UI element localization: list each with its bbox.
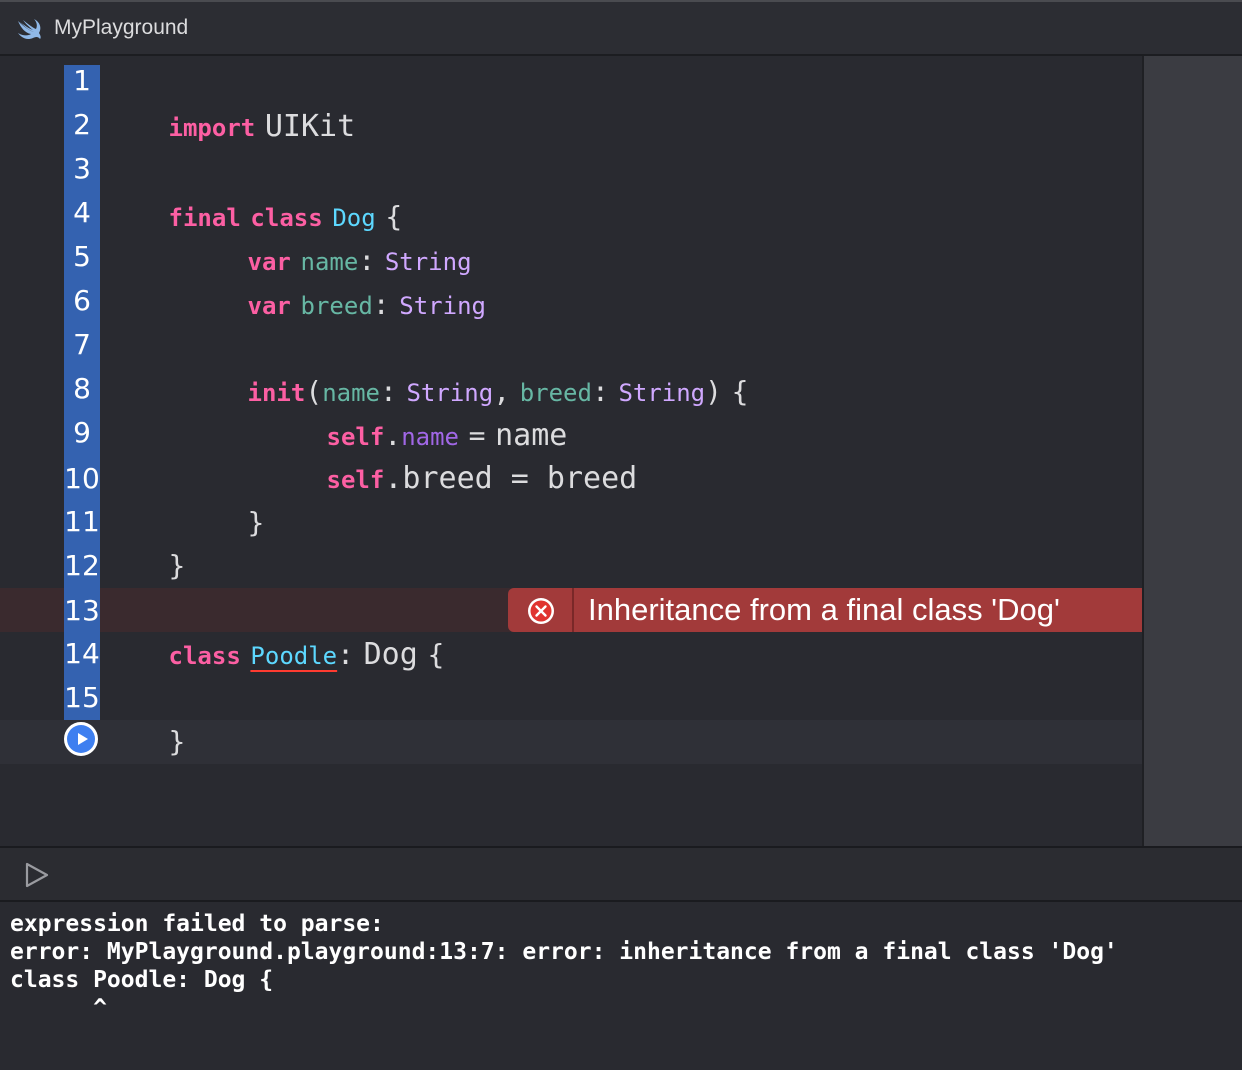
paren: )	[705, 375, 722, 408]
code-editor[interactable]: 1 2 3 4 5 6 7 8 9 10 11 12 13 14 15 impo…	[0, 56, 1142, 846]
code-line-11[interactable]: }	[130, 500, 186, 582]
error-icon-box	[508, 588, 574, 632]
play-icon	[78, 733, 88, 745]
class-name-error: Poodle	[250, 642, 338, 670]
swift-icon	[18, 19, 41, 40]
error-message: Inheritance from a final class 'Dog'	[588, 592, 1060, 627]
line-number[interactable]: 12	[64, 544, 100, 588]
code-line-8[interactable]: self.name = name	[288, 370, 568, 453]
code-line-9[interactable]: self.breed = breed	[288, 413, 638, 496]
line-number[interactable]: 8	[64, 367, 100, 411]
line-number[interactable]: 5	[64, 235, 100, 279]
error-banner[interactable]: Inheritance from a final class 'Dog'	[508, 588, 1142, 632]
code-line-1[interactable]: import UIKit	[130, 61, 356, 144]
colon: :	[372, 288, 390, 321]
console-line: error: MyPlayground.playground:13:7: err…	[10, 939, 1118, 965]
results-sidebar	[1142, 56, 1242, 846]
colon: :	[591, 375, 609, 408]
debug-bar	[0, 848, 1242, 902]
type-name: String	[618, 379, 706, 407]
console-output[interactable]: expression failed to parse: error: MyPla…	[0, 902, 1242, 1070]
line-number[interactable]: 1	[64, 59, 100, 103]
line-number[interactable]: 3	[64, 147, 100, 191]
line-number[interactable]: 9	[64, 411, 100, 455]
console-line: ^	[10, 995, 107, 1021]
brace: {	[731, 375, 749, 408]
line-number[interactable]: 13	[64, 589, 100, 633]
title-bar: MyPlayground	[0, 0, 1242, 56]
keyword: import	[168, 114, 256, 142]
superclass-name: Dog	[363, 637, 418, 672]
brace: {	[427, 638, 445, 671]
assignment: .breed = breed	[384, 461, 638, 496]
line-number[interactable]: 15	[64, 676, 100, 720]
code-line-3[interactable]: final class Dog {	[130, 151, 403, 233]
property-name: breed	[300, 292, 373, 320]
line-number[interactable]: 4	[64, 191, 100, 235]
keyword: self	[326, 466, 385, 494]
play-outline-icon[interactable]	[24, 862, 50, 888]
run-to-line-button[interactable]	[64, 722, 98, 756]
line-number[interactable]: 7	[64, 323, 100, 367]
code-line-4[interactable]: var name: String	[209, 195, 472, 277]
window-title: MyPlayground	[54, 16, 189, 39]
code-line-7[interactable]: init(name: String, breed: String) {	[209, 326, 749, 408]
keyword: var	[247, 292, 291, 320]
code-line-5[interactable]: var breed: String	[209, 239, 486, 321]
module-name: UIKit	[264, 109, 356, 144]
error-x-icon	[528, 598, 554, 624]
line-number[interactable]: 10	[64, 457, 100, 501]
type-name: String	[399, 292, 486, 320]
line-number[interactable]: 14	[64, 632, 100, 676]
code-line-13[interactable]: class Poodle: Dog {	[130, 589, 445, 672]
code-line-10[interactable]: }	[209, 457, 265, 539]
brace: }	[168, 549, 186, 582]
brace: }	[168, 725, 186, 758]
colon: :	[337, 638, 354, 671]
line-number[interactable]: 11	[64, 500, 100, 544]
brace: }	[247, 506, 265, 539]
console-line: expression failed to parse:	[10, 911, 384, 937]
code-line-15[interactable]: }	[130, 676, 186, 758]
console-line: class Poodle: Dog {	[10, 967, 274, 993]
line-number[interactable]: 2	[64, 103, 100, 147]
keyword: class	[168, 642, 241, 670]
line-number[interactable]: 6	[64, 279, 100, 323]
